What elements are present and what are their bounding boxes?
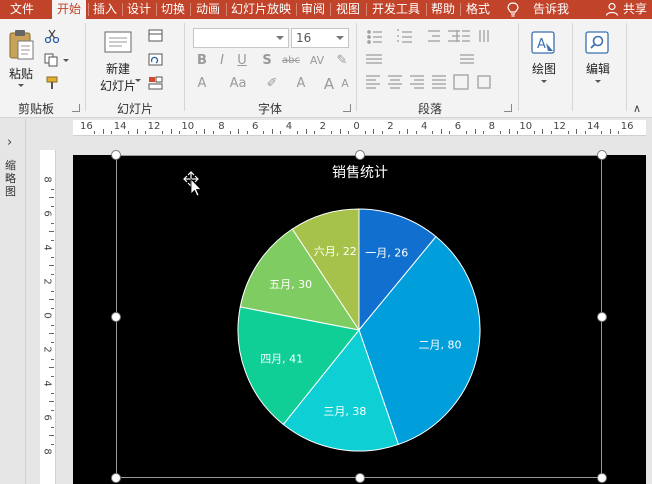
- resize-handle-top-left[interactable]: [111, 150, 121, 160]
- resize-handle-right[interactable]: [597, 312, 607, 322]
- resize-handle-bottom[interactable]: [355, 473, 365, 483]
- move-cursor-icon: [183, 171, 202, 196]
- resize-handle-top[interactable]: [355, 150, 365, 160]
- chart-selection-frame[interactable]: [116, 155, 602, 478]
- resize-handle-top-right[interactable]: [597, 150, 607, 160]
- resize-handle-bottom-left[interactable]: [111, 473, 121, 483]
- resize-handle-left[interactable]: [111, 312, 121, 322]
- resize-handle-bottom-right[interactable]: [597, 473, 607, 483]
